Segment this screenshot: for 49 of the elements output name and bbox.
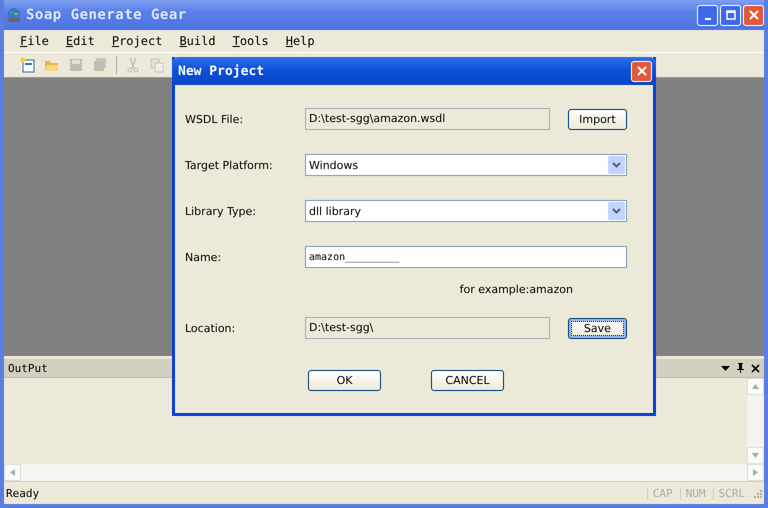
status-text: Ready (6, 486, 40, 500)
menu-item[interactable]: Help (286, 34, 315, 48)
dialog-button[interactable]: Import (568, 108, 627, 130)
menu-item[interactable]: Edit (66, 34, 95, 48)
dialog-button[interactable]: OK (308, 370, 381, 391)
globe-icon (6, 7, 22, 23)
dropdown[interactable]: Windows (305, 154, 627, 176)
field-label: Location: (185, 322, 236, 334)
readonly-field[interactable]: D:\test-sgg\amazon.wsdl (305, 108, 550, 130)
close-icon (636, 66, 646, 76)
dialog-button[interactable]: Save (568, 318, 627, 338)
down-arrow-icon[interactable] (752, 453, 759, 458)
field-label: Name: (185, 250, 222, 264)
close-button[interactable] (743, 4, 764, 26)
status-indicator: CAP (646, 486, 678, 500)
dialog-title: New Project (178, 64, 266, 78)
field-label: Library Type: (185, 204, 257, 218)
menu-item[interactable]: Project (112, 34, 162, 48)
dropdown-icon[interactable] (721, 364, 730, 372)
dialog-button[interactable]: CANCEL (431, 370, 504, 391)
chevron-down-icon (612, 208, 621, 214)
readonly-field[interactable]: D:\test-sgg\ (305, 317, 550, 339)
minimize-button[interactable] (697, 4, 718, 26)
right-arrow-icon[interactable] (753, 469, 758, 476)
status-indicator: NUM (680, 486, 710, 500)
close-icon[interactable] (751, 364, 760, 372)
resize-grip-icon[interactable] (752, 488, 762, 498)
menu-item[interactable]: Tools (232, 34, 269, 48)
minimize-icon (704, 18, 710, 20)
close-button[interactable] (631, 60, 652, 82)
panel-title: OutPut (8, 362, 48, 374)
menu-item[interactable]: Build (179, 34, 216, 48)
field-label: Target Platform: (185, 158, 274, 172)
vertical-scrollbar[interactable] (747, 378, 764, 464)
hint-text: for example:amazon (460, 283, 573, 296)
dropdown[interactable]: dll library (305, 200, 627, 222)
text-field[interactable]: amazon_________ (305, 246, 627, 268)
up-arrow-icon[interactable] (752, 384, 759, 389)
left-arrow-icon[interactable] (10, 469, 15, 476)
menu-item[interactable]: File (20, 34, 49, 48)
field-label: WSDL File: (185, 112, 244, 126)
status-indicator: SCRL (712, 486, 750, 500)
window-title: Soap Generate Gear (26, 7, 187, 23)
maximize-button[interactable] (720, 4, 741, 26)
chevron-down-icon (612, 162, 621, 168)
pin-icon[interactable] (736, 363, 745, 373)
close-icon (748, 10, 758, 20)
horizontal-scrollbar[interactable] (4, 464, 764, 481)
maximize-icon (726, 10, 736, 20)
